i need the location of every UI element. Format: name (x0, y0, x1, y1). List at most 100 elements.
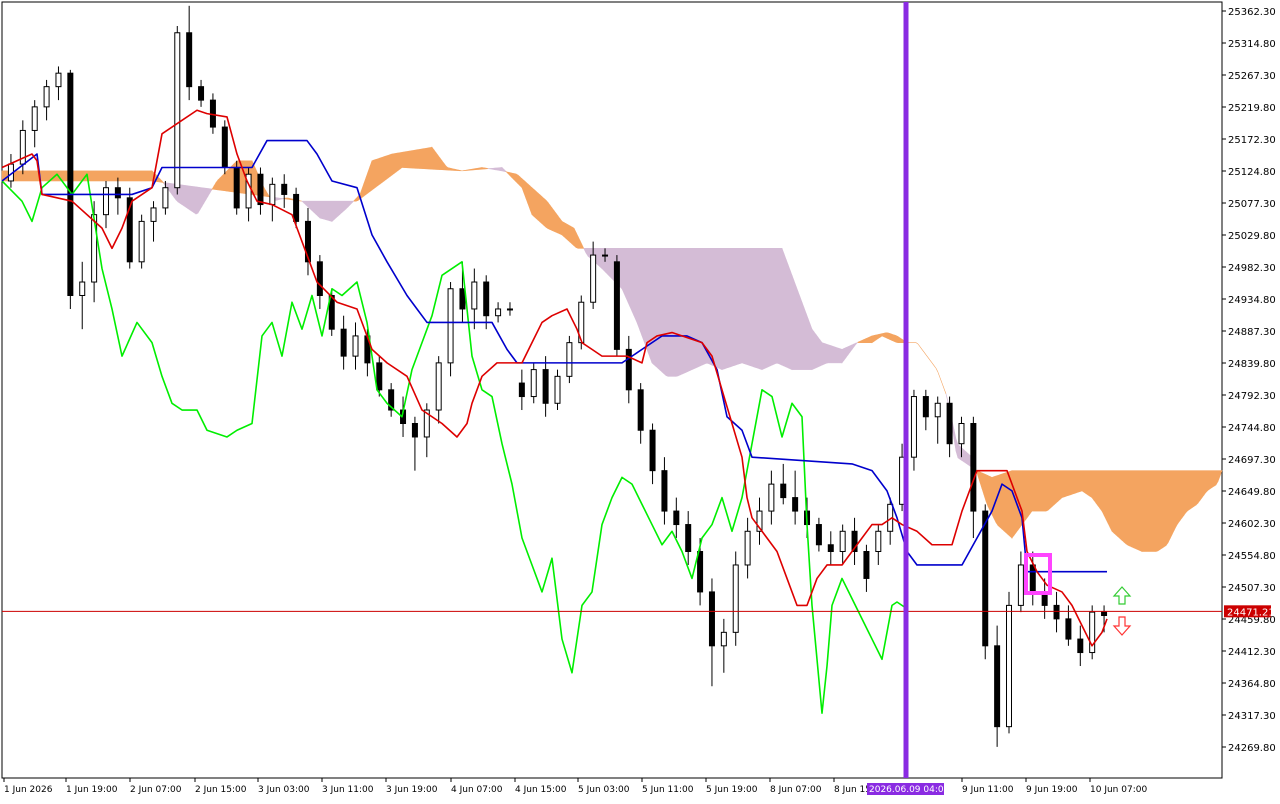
price-tick-label: 25029.80 (1228, 231, 1276, 242)
candle-body (92, 215, 97, 282)
price-tick-label: 24887.30 (1228, 327, 1276, 338)
candle-body (519, 383, 524, 396)
candle-body (543, 370, 548, 404)
bullish-candle (733, 551, 738, 645)
candle-body (80, 282, 85, 295)
candle-body (650, 430, 655, 470)
bullish-candle (175, 26, 180, 194)
candle-body (698, 551, 703, 591)
price-tick-label: 24744.80 (1228, 423, 1276, 434)
candle-body (222, 127, 227, 167)
candle-body (828, 545, 833, 552)
candle-body (947, 403, 952, 443)
candle-body (876, 531, 881, 551)
time-tick-label: 1 Jun 2026 (4, 785, 53, 795)
candle-body (567, 343, 572, 377)
time-axis: 1 Jun 2026 1 Jun 19:00 2 Jun 07:00 2 Jun 15… (4, 778, 1147, 795)
candle-body (1030, 565, 1035, 592)
price-tick-label: 25077.30 (1228, 199, 1276, 210)
candle-body (175, 33, 180, 188)
time-tick-label: 4 Jun 07:00 (451, 785, 503, 795)
ichimoku-chart[interactable]: 25362.3025314.8025267.3025219.8025172.30… (0, 0, 1280, 800)
candle-body (139, 221, 144, 261)
candle-body (353, 336, 358, 356)
time-tick-label: 2 Jun 15:00 (195, 785, 247, 795)
bearish-candle (234, 161, 239, 215)
candle-body (781, 484, 786, 497)
time-tick-label: 3 Jun 11:00 (322, 785, 374, 795)
candle-body (103, 188, 108, 215)
price-tick-label: 24649.80 (1228, 487, 1276, 498)
price-tick-label: 25267.30 (1228, 71, 1276, 82)
bullish-candle (448, 282, 453, 376)
candle-body (115, 188, 120, 198)
price-axis: 25362.3025314.8025267.3025219.8025172.30… (1222, 7, 1276, 754)
candle-body (448, 289, 453, 363)
time-tick-label: 2 Jun 07:00 (130, 785, 182, 795)
candle-body (341, 329, 346, 356)
candle-body (603, 255, 608, 256)
price-tick-label: 24839.80 (1228, 359, 1276, 370)
price-tick-label: 24364.80 (1228, 679, 1276, 690)
candle-body (187, 33, 192, 87)
chart-canvas[interactable]: 25362.3025314.8025267.3025219.8025172.30… (0, 0, 1280, 800)
candle-body (507, 309, 512, 310)
candle-body (294, 194, 299, 221)
current-price-label: 24471.21 (1227, 607, 1275, 618)
price-tick-label: 24507.30 (1228, 583, 1276, 594)
candle-body (793, 498, 798, 511)
candle-body (769, 484, 774, 511)
bullish-candle (567, 336, 572, 383)
time-tick-label: 3 Jun 03:00 (258, 785, 310, 795)
candle-body (911, 397, 916, 458)
price-tick-label: 24934.80 (1228, 295, 1276, 306)
candle-body (377, 363, 382, 390)
bearish-candle (222, 120, 227, 174)
price-tick-label: 25124.80 (1228, 167, 1276, 178)
candle-body (1078, 639, 1083, 652)
time-tick-label: 1 Jun 19:00 (66, 785, 118, 795)
price-tick-label: 25172.30 (1228, 135, 1276, 146)
candle-body (721, 632, 726, 645)
candle-body (733, 565, 738, 632)
price-tick-label: 24602.30 (1228, 519, 1276, 530)
candle-body (531, 370, 536, 397)
price-tick-label: 24792.30 (1228, 391, 1276, 402)
time-tick-label: 3 Jun 19:00 (386, 785, 438, 795)
price-tick-label: 25219.80 (1228, 103, 1276, 114)
candle-body (864, 551, 869, 578)
candle-body (484, 282, 489, 316)
candle-body (32, 107, 37, 131)
candle-body (282, 184, 287, 194)
candle-body (935, 403, 940, 416)
candle-body (674, 511, 679, 524)
candle-body (460, 289, 465, 309)
candle-body (959, 423, 964, 443)
bullish-candle (139, 215, 144, 269)
candle-body (68, 73, 73, 295)
candle-body (662, 471, 667, 511)
candle-body (436, 363, 441, 410)
candle-body (840, 531, 845, 551)
time-tick-label: 10 Jun 07:00 (1090, 785, 1147, 795)
price-tick-label: 24697.30 (1228, 455, 1276, 466)
candle-body (1054, 605, 1059, 618)
candle-body (614, 262, 619, 350)
candle-body (638, 390, 643, 430)
candle-body (258, 174, 263, 204)
candle-body (816, 525, 821, 545)
time-tick-label: 5 Jun 19:00 (706, 785, 758, 795)
bearish-candle (614, 255, 619, 356)
candle-body (745, 531, 750, 565)
candle-body (270, 184, 275, 204)
bullish-candle (1007, 592, 1012, 733)
candle-body (1066, 619, 1071, 639)
candle-body (923, 397, 928, 417)
price-tick-label: 25362.30 (1228, 7, 1276, 18)
crosshair-time-label: 2026.06.09 04:00 (869, 785, 950, 795)
candle-body (971, 423, 976, 511)
candle-body (591, 255, 596, 302)
candle-body (983, 511, 988, 646)
time-tick-label: 5 Jun 11:00 (642, 785, 694, 795)
candle-body (412, 423, 417, 436)
